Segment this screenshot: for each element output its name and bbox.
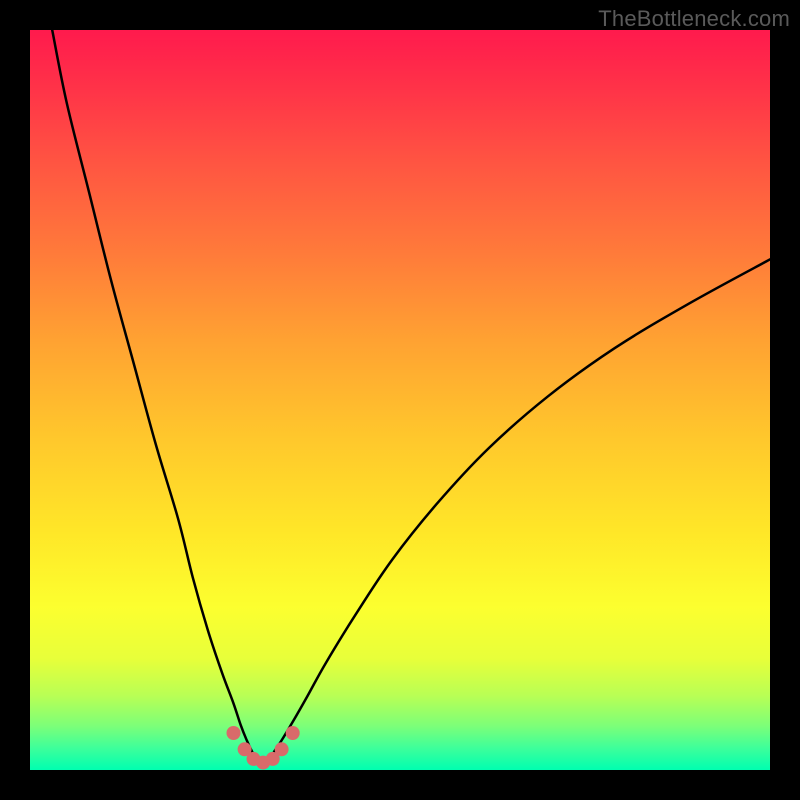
bottleneck-curve [30, 30, 770, 770]
bottleneck-line [52, 30, 770, 764]
valley-dot [227, 726, 241, 740]
plot-area [30, 30, 770, 770]
valley-dot [275, 742, 289, 756]
chart-frame: TheBottleneck.com [0, 0, 800, 800]
watermark-text: TheBottleneck.com [598, 6, 790, 32]
valley-dot [286, 726, 300, 740]
